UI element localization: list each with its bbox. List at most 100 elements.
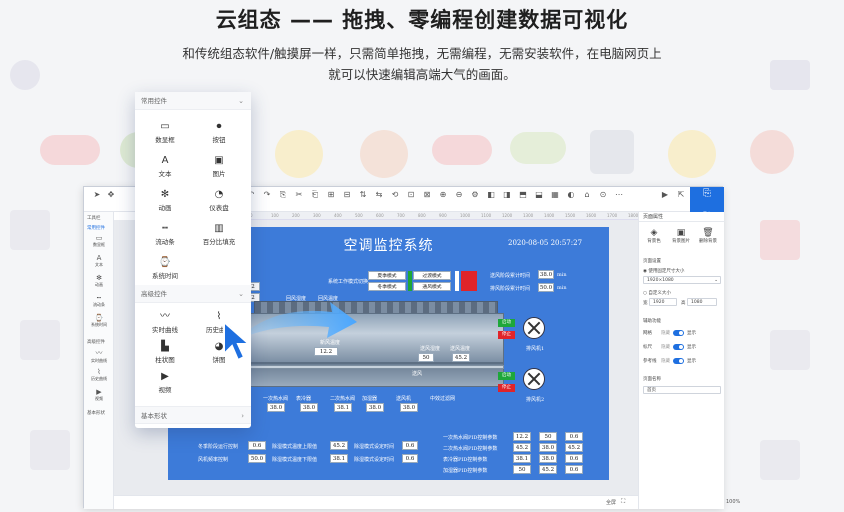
- hand-tool-icon[interactable]: ✥: [104, 190, 118, 200]
- toolbar-tool-icon-15[interactable]: ⚙: [468, 190, 482, 200]
- number-box-icon: ▭: [160, 121, 170, 132]
- rp-action-label: 背景图片: [672, 239, 690, 244]
- page-properties-tab[interactable]: 页面属性: [639, 212, 725, 222]
- basic-shapes-header[interactable]: 基本形状 ›: [135, 406, 251, 424]
- rp-action-3[interactable]: 🗑 删除背景: [697, 228, 719, 244]
- toolbar-tool-icon-6[interactable]: ⊞: [324, 190, 338, 200]
- mode-summer[interactable]: 夏季模式: [368, 271, 406, 280]
- grid-toggle[interactable]: [673, 330, 684, 336]
- image-item[interactable]: ▣ 图片: [199, 154, 239, 178]
- pid-value: 12.2: [513, 432, 531, 441]
- text-item[interactable]: A 文本: [145, 154, 185, 178]
- mode-indicator-white: [455, 271, 459, 291]
- drag-arrow-icon: [237, 302, 357, 340]
- clock-item[interactable]: ⌚ 系统时间: [145, 256, 185, 280]
- left-tool-icon: ✻: [96, 274, 102, 282]
- pid-value: 0.6: [565, 432, 583, 441]
- toolbar-tool-icon-12[interactable]: ⊠: [420, 190, 434, 200]
- left-tool-item[interactable]: ▭ 数显框: [88, 234, 110, 248]
- page-name-input[interactable]: 首页: [643, 386, 721, 394]
- toolbar-tool-icon-21[interactable]: ◐: [564, 190, 578, 200]
- fan1-start-button[interactable]: 启动: [498, 319, 515, 327]
- mode-ventilation[interactable]: 通风模式: [413, 282, 451, 291]
- publish-icon[interactable]: ⇱: [674, 190, 688, 200]
- left-tool-item[interactable]: ┅ 流动条: [88, 294, 110, 308]
- rp-action-icon: 🗑: [702, 228, 714, 238]
- fan2-label: 排风机2: [526, 397, 545, 403]
- fullscreen-icon[interactable]: ⛶: [621, 498, 625, 506]
- rp-action-2[interactable]: ▣ 背景图片: [670, 228, 692, 244]
- common-controls-label: 常用控件: [141, 97, 167, 105]
- left-tool-label: 文本: [95, 262, 103, 267]
- fan2-start-button[interactable]: 启动: [498, 372, 515, 380]
- common-controls-header[interactable]: 常用控件 ⌄: [135, 92, 251, 110]
- rp-action-label: 背景色: [647, 239, 661, 244]
- left-toolbar-common[interactable]: 常用控件: [87, 225, 105, 231]
- fixed-size-radio[interactable]: ◉ 使用固定尺寸大小: [643, 268, 684, 274]
- left-tool-icon: A: [96, 254, 102, 262]
- mode-indicator-green: [408, 271, 412, 291]
- bar-chart-item[interactable]: ▙ 柱状图: [145, 340, 185, 364]
- custom-size-radio[interactable]: ○ 自定义大小: [643, 290, 671, 296]
- animation-item[interactable]: ✻ 动画: [145, 188, 185, 212]
- ruler-tick: 600: [376, 213, 384, 218]
- component-label: 仪表盘: [209, 204, 229, 212]
- toolbar-tool-icon-22[interactable]: ⌂: [580, 190, 594, 200]
- left-toolbar-basic[interactable]: 基本形状: [87, 410, 105, 416]
- toolbar-tool-icon-8[interactable]: ⇅: [356, 190, 370, 200]
- toolbar-tool-icon-7[interactable]: ⊟: [340, 190, 354, 200]
- left-advanced-item[interactable]: 〰实时曲线: [88, 348, 110, 364]
- left-advanced-item[interactable]: ⌇ 历史曲线: [88, 368, 110, 382]
- component-label: 动画: [158, 204, 172, 212]
- fan2-stop-button[interactable]: 停止: [498, 384, 515, 392]
- mode-winter[interactable]: 冬季模式: [368, 282, 406, 291]
- supply-fan-label: 送风: [412, 371, 423, 377]
- toolbar-tool-icon-14[interactable]: ⊖: [452, 190, 466, 200]
- mode-transition[interactable]: 过渡模式: [413, 271, 451, 280]
- percent-fill-item[interactable]: ▥ 百分比填充: [199, 222, 239, 246]
- save-button[interactable]: ⎘ 保存: [690, 187, 724, 218]
- pointer-tool-icon[interactable]: ➤: [90, 190, 104, 200]
- toolbar-tool-icon-5[interactable]: ⎗: [308, 190, 322, 200]
- toolbar-tool-icon-13[interactable]: ⊕: [436, 190, 450, 200]
- toolbar-tool-icon-9[interactable]: ⇆: [372, 190, 386, 200]
- toolbar-tool-icon-16[interactable]: ◧: [484, 190, 498, 200]
- number-box-item[interactable]: ▭ 数显框: [145, 120, 185, 144]
- fan1-stop-button[interactable]: 停止: [498, 331, 515, 339]
- left-advanced-item[interactable]: ▶ 视频: [88, 388, 110, 402]
- preview-icon[interactable]: ▶: [658, 190, 672, 200]
- video-item[interactable]: ▶ 视频: [145, 370, 185, 394]
- left-toolbar-advanced[interactable]: 高级控件: [87, 339, 105, 345]
- rp-action-1[interactable]: ◈ 背景色: [643, 228, 665, 244]
- ruler-show-label: 显示: [687, 345, 696, 350]
- toolbar-tool-icon-24[interactable]: ⋯: [612, 190, 626, 200]
- component-label: 实时曲线: [152, 326, 178, 334]
- toolbar-tool-icon-11[interactable]: ⊡: [404, 190, 418, 200]
- button-item[interactable]: ⏺ 按钮: [199, 120, 239, 144]
- toolbar-tool-icon-4[interactable]: ✂: [292, 190, 306, 200]
- left-tool-item[interactable]: ⌚ 系统时间: [88, 314, 110, 328]
- toolbar-tool-icon-18[interactable]: ⬒: [516, 190, 530, 200]
- left-tool-item[interactable]: ✻ 动画: [88, 274, 110, 288]
- flow-bar-item[interactable]: ┅ 流动条: [145, 222, 185, 246]
- bottom-left-label: 风机频率控制: [198, 457, 229, 463]
- toolbar-tool-icon-10[interactable]: ⟲: [388, 190, 402, 200]
- left-toolbar-head: 工具栏: [87, 216, 101, 221]
- toolbar-tool-icon-2[interactable]: ↷: [260, 190, 274, 200]
- realtime-curve-item[interactable]: 〰实时曲线: [145, 310, 185, 334]
- gauge-item[interactable]: ◔ 仪表盘: [199, 188, 239, 212]
- toolbar-tool-icon-20[interactable]: ▦: [548, 190, 562, 200]
- pid-value: 38.0: [539, 443, 557, 452]
- fullscreen-label[interactable]: 全屏: [606, 499, 616, 506]
- toolbar-tool-icon-17[interactable]: ◨: [500, 190, 514, 200]
- ruler-toggle[interactable]: [673, 344, 684, 350]
- toolbar-tool-icon-3[interactable]: ⎘: [276, 190, 290, 200]
- toolbar-tool-icon-19[interactable]: ⬓: [532, 190, 546, 200]
- size-select[interactable]: 1920×1080 ⌄: [643, 276, 721, 284]
- advanced-controls-header[interactable]: 高级控件 ⌄: [135, 285, 251, 303]
- guide-toggle[interactable]: [673, 358, 684, 364]
- left-tool-item[interactable]: A 文本: [88, 254, 110, 268]
- width-input[interactable]: 1920: [649, 298, 677, 306]
- toolbar-tool-icon-23[interactable]: ⊙: [596, 190, 610, 200]
- height-input[interactable]: 1080: [687, 298, 717, 306]
